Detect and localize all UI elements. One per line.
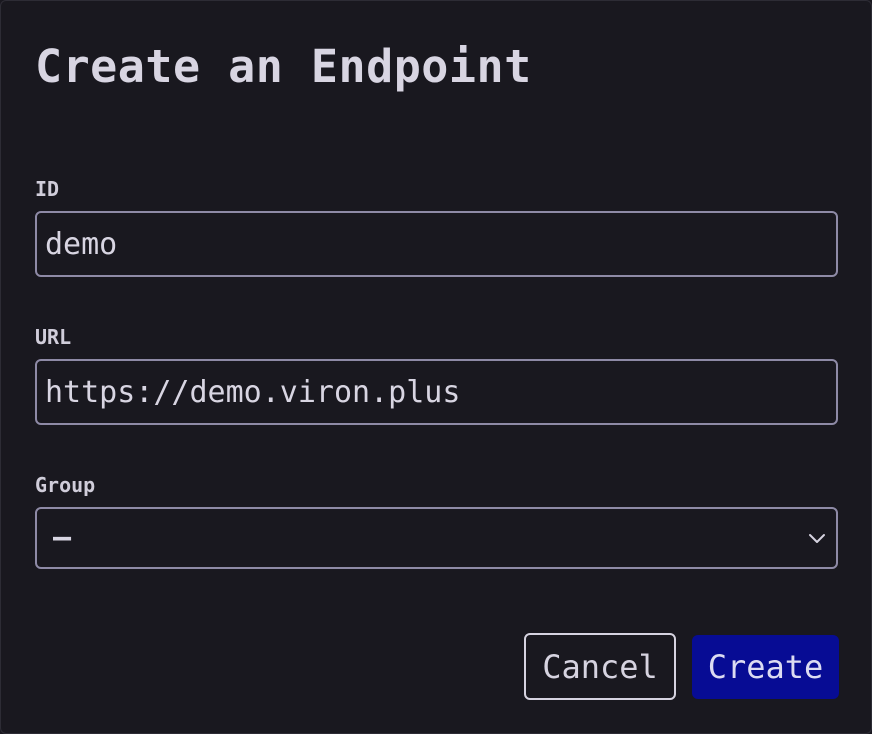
group-select[interactable]: – xyxy=(35,507,838,569)
dialog-title: Create an Endpoint xyxy=(35,40,532,93)
group-label: Group xyxy=(35,473,96,497)
group-select-value: – xyxy=(53,520,72,555)
url-label: URL xyxy=(35,325,72,349)
url-input[interactable] xyxy=(35,359,838,425)
chevron-down-icon xyxy=(809,534,825,543)
cancel-button[interactable]: Cancel xyxy=(524,633,676,700)
create-button[interactable]: Create xyxy=(692,635,839,699)
id-input[interactable] xyxy=(35,211,838,277)
create-endpoint-dialog: Create an Endpoint ID URL Group – Cancel… xyxy=(0,0,872,734)
id-label: ID xyxy=(35,177,60,201)
